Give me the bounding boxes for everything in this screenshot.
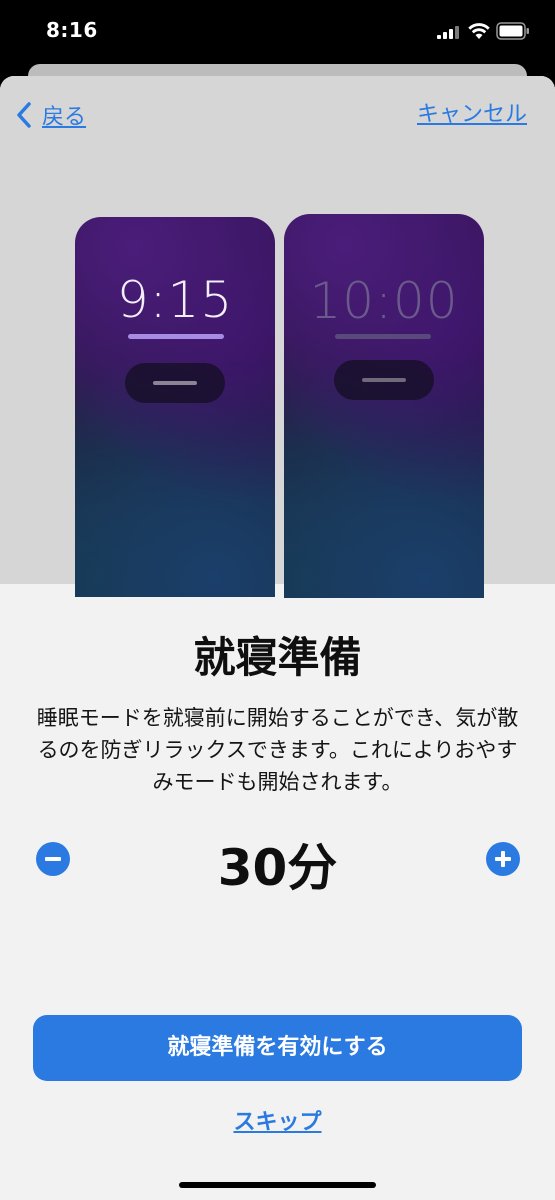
page-title: 就寝準備 [193,633,362,682]
wifi-icon [468,23,490,39]
preview-time: 9:15 [116,271,234,329]
preview-pill [334,360,434,400]
increase-duration-button[interactable] [486,842,520,876]
lock-screen-preview-bedtime: 9:15 [75,217,275,597]
preview-area: 戻る キャンセル 9:15 10:00 [0,76,555,598]
preview-progress-bar [128,334,224,339]
preview-progress-bar [335,334,431,339]
back-button[interactable]: 戻る [16,98,86,132]
preview-time: 10:00 [309,272,459,330]
status-time: 8:16 [46,18,98,42]
duration-value: 30分 [217,839,338,897]
status-bar: 8:16 [0,0,555,66]
preview-pill [125,363,225,403]
cancel-button[interactable]: キャンセル [417,98,527,132]
back-label: 戻る [42,105,87,130]
home-indicator [179,1182,376,1188]
sleep-setup-sheet: 戻る キャンセル 9:15 10:00 就寝準備 睡眠モードを就寝前に開始するこ… [0,76,555,1200]
cellular-signal-icon [437,26,459,39]
lock-screen-preview-wind-down: 10:00 [284,214,484,598]
preview-pill-line [362,378,406,382]
preview-pill-line [153,381,197,385]
skip-link[interactable]: スキップ [0,1104,555,1136]
battery-icon [496,22,529,40]
description-text: 睡眠モードを就寝前に開始することができ、気が散るのを防ぎリラックスできます。これ… [36,706,519,794]
enable-wind-down-button[interactable]: 就寝準備を有効にする [33,1015,522,1081]
chevron-left-icon [17,102,31,128]
